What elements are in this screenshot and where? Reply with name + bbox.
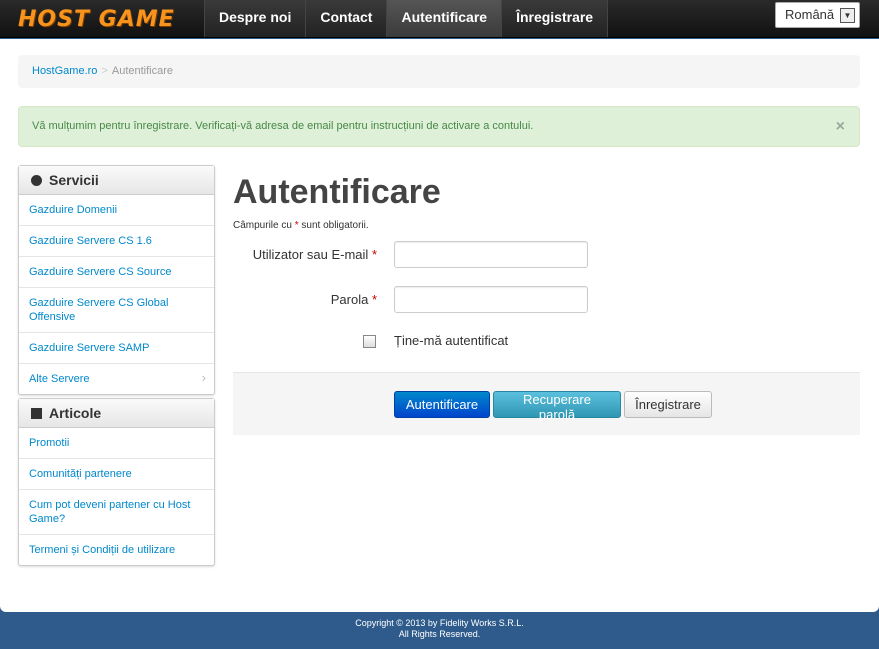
sidebar-item-terms[interactable]: Termeni și Condiții de utilizare [19, 535, 214, 565]
language-selected: Română [785, 7, 835, 22]
required-note-prefix: Câmpurile cu [233, 220, 292, 231]
login-button[interactable]: Autentificare [394, 391, 490, 418]
username-label-text: Utilizator sau E-mail [252, 247, 369, 262]
footer-rights: All Rights Reserved. [398, 629, 481, 639]
success-alert: Vă mulțumim pentru înregistrare. Verific… [18, 106, 860, 147]
required-star: * [371, 247, 377, 262]
sidebar-item-promotions[interactable]: Promotii [19, 428, 214, 459]
main-content: HostGame.ro > Autentificare Vă mulțumim pe… [0, 39, 879, 612]
services-box: Servicii Gazduire Domenii Gazduire Serve… [18, 165, 215, 395]
password-label-text: Parola [330, 292, 369, 307]
book-icon [31, 407, 42, 419]
articles-title: Articole [49, 405, 102, 421]
logo-text: HOST GAME [18, 6, 175, 32]
articles-box: Articole Promotii Comunități partenere C… [18, 398, 215, 566]
close-icon[interactable]: × [836, 118, 845, 136]
alert-message: Vă mulțumim pentru înregistrare. Verific… [32, 120, 534, 132]
remember-me-checkbox[interactable] [363, 335, 376, 348]
nav-item-login[interactable]: Autentificare [386, 0, 502, 37]
register-button[interactable]: Înregistrare [624, 391, 712, 418]
required-note: Câmpurile cu * sunt obligatorii. [233, 220, 369, 231]
globe-icon [31, 174, 42, 186]
recover-password-button[interactable]: Recuperare parolă [493, 391, 621, 422]
form-actions: Autentificare Recuperare parolă Înregist… [233, 372, 860, 435]
breadcrumb: HostGame.ro > Autentificare [18, 55, 860, 88]
nav-item-contact[interactable]: Contact [305, 0, 387, 37]
username-label: Utilizator sau E-mail * [177, 247, 377, 262]
footer-copyright: Copyright © 2013 by Fidelity Works S.R.L… [355, 618, 524, 628]
services-header: Servicii [19, 166, 214, 195]
password-input[interactable] [394, 286, 588, 313]
sidebar-item-samp[interactable]: Gazduire Servere SAMP [19, 333, 214, 364]
chevron-right-icon: › [201, 370, 206, 385]
username-input[interactable] [394, 241, 588, 268]
password-label: Parola * [177, 292, 377, 307]
sidebar-item-domains[interactable]: Gazduire Domenii [19, 195, 214, 226]
required-star: * [294, 220, 299, 231]
language-select[interactable]: Română ▼ [775, 2, 860, 28]
breadcrumb-current: Autentificare [111, 65, 174, 77]
sidebar-item-label: Alte Servere [29, 373, 90, 385]
page-title: Autentificare [233, 173, 441, 211]
chevron-down-icon: ▼ [840, 8, 855, 23]
breadcrumb-separator: > [101, 65, 108, 77]
site-logo[interactable]: HOST GAME [18, 6, 188, 32]
footer: Copyright © 2013 by Fidelity Works S.R.L… [0, 618, 879, 640]
nav-item-about[interactable]: Despre noi [204, 0, 306, 37]
articles-header: Articole [19, 399, 214, 428]
sidebar-item-other-servers[interactable]: Alte Servere › [19, 364, 214, 394]
sidebar-item-become-partner[interactable]: Cum pot deveni partener cu Host Game? [19, 490, 214, 535]
sidebar-item-partner-communities[interactable]: Comunități partenere [19, 459, 214, 490]
breadcrumb-home-link[interactable]: HostGame.ro [32, 65, 97, 77]
services-title: Servicii [49, 172, 99, 188]
required-note-suffix: sunt obligatorii. [301, 220, 369, 231]
nav-item-register[interactable]: Înregistrare [501, 0, 609, 37]
remember-me-label[interactable]: Ține-mă autentificat [394, 333, 508, 348]
required-star: * [371, 292, 377, 307]
top-navbar: HOST GAME Despre noi Contact Autentifica… [0, 0, 879, 38]
main-nav: Despre noi Contact Autentificare Înregis… [204, 0, 609, 37]
